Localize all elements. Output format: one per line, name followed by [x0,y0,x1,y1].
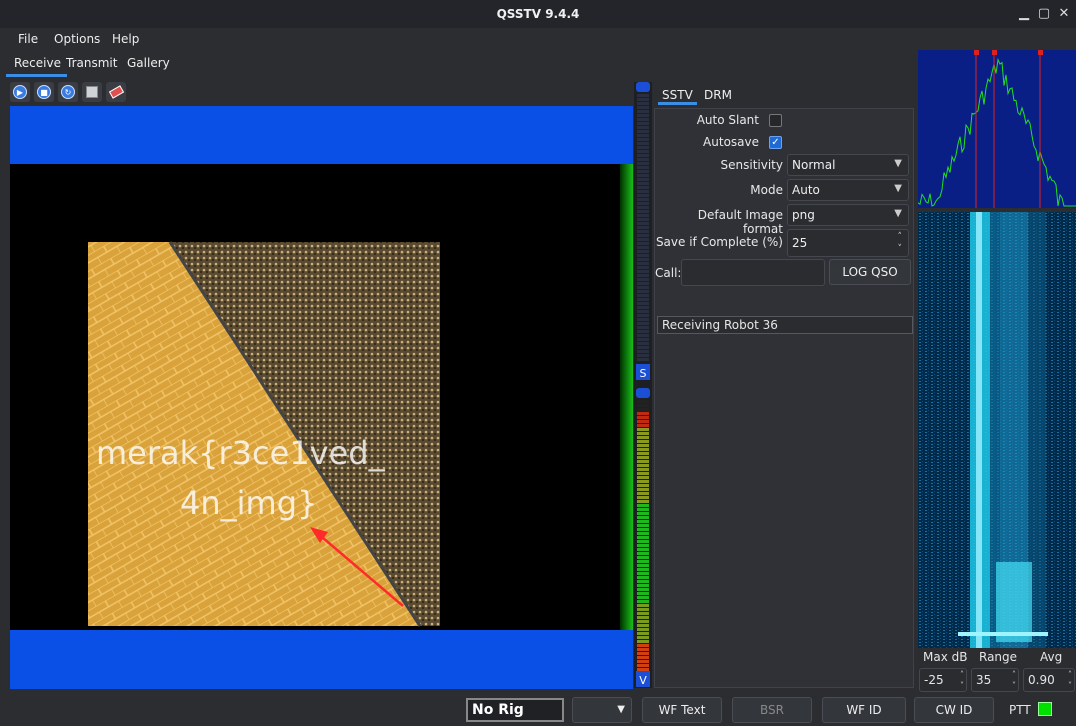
received-image: merak{r3ce1ved_ 4n_img} [10,106,633,689]
save-complete-value: 25 [792,236,808,250]
rig-select[interactable]: ▼ [572,697,632,723]
menu-options[interactable]: Options [54,32,100,46]
autosave-checkbox[interactable]: ✓ [769,136,782,149]
autosave-label: Autosave [703,135,759,149]
mode-value: Auto [792,183,820,197]
resync-button[interactable]: ↻ [58,82,78,102]
mode-label: Mode [750,183,783,197]
auto-slant-label: Auto Slant [696,113,759,127]
meter-s-label: S [640,367,647,380]
range-value: 35 [976,673,992,687]
spin-arrows-icon[interactable]: ˄ ˅ [898,231,903,255]
spin-arrows-icon[interactable]: ˄ ˅ [1012,669,1016,691]
stop-button[interactable]: ■ [34,82,54,102]
image-format-value: png [792,208,815,222]
avg-value: 0.90 [1028,673,1055,687]
refresh-icon: ↻ [61,85,75,99]
image-format-label: Default Image format [697,208,783,236]
chevron-down-icon: ▼ [617,704,625,715]
maxdb-value: -25 [924,673,944,687]
mode-select[interactable]: Auto ▼ [787,179,909,201]
window-title: QSSTV 9.4.4 [496,7,580,21]
tab-sstv[interactable]: SSTV [658,88,697,105]
spin-arrows-icon[interactable]: ˄ ˅ [1068,669,1072,691]
image-format-select[interactable]: png ▼ [787,204,909,226]
ptt-indicator [1038,702,1052,716]
meter-v-label: V [639,674,647,687]
meter-graphic: S V [636,82,650,687]
maxdb-spinbox[interactable]: -25 ˄ ˅ [919,668,967,692]
save-complete-spinbox[interactable]: 25 ˄ ˅ [787,229,909,257]
title-bar: QSSTV 9.4.4 ▁ ▢ ✕ [0,0,1076,28]
eraser-icon [108,85,124,99]
main-tabs: Receive Transmit Gallery [0,52,916,77]
close-icon[interactable]: ✕ [1056,6,1072,22]
chevron-down-icon: ▼ [894,208,902,219]
avg-label: Avg [1040,650,1063,664]
save-complete-label: Save if Complete (%) [655,235,783,249]
range-spinbox[interactable]: 35 ˄ ˅ [971,668,1019,692]
waterfall-controls: Max dB Range Avg -25 ˄ ˅ 35 ˄ ˅ 0.90 ˄ ˅ [918,650,1076,692]
sensitivity-label: Sensitivity [720,158,783,172]
tab-gallery[interactable]: Gallery [127,56,170,70]
overlay-text-1: merak{r3ce1ved_ [96,434,386,472]
stop-icon: ■ [37,85,51,99]
maximize-icon[interactable]: ▢ [1036,6,1052,22]
waterfall-graph [918,212,1076,648]
tab-receive[interactable]: Receive [6,56,67,77]
overlay-text-2: 4n_img} [180,484,317,522]
chevron-down-icon: ▼ [894,183,902,194]
sstv-settings: Auto Slant Autosave ✓ Sensitivity Normal… [654,108,914,688]
rig-status: No Rig [466,698,564,722]
erase-button[interactable] [106,82,126,102]
play-icon: ▶ [13,85,27,99]
auto-slant-checkbox[interactable] [769,114,782,127]
sstv-panel: SSTV DRM Auto Slant Autosave ✓ Sensitivi… [652,82,914,688]
chevron-down-icon: ▼ [894,158,902,169]
call-label: Call: [655,266,682,280]
maxdb-label: Max dB [923,650,968,664]
menu-file[interactable]: File [18,32,38,46]
range-label: Range [979,650,1018,664]
spectrum-display [918,50,1076,208]
minimize-icon[interactable]: ▁ [1016,6,1032,22]
log-qso-button[interactable]: LOG QSO [829,259,911,285]
sensitivity-select[interactable]: Normal ▼ [787,154,909,176]
save-icon [86,86,98,98]
sensitivity-value: Normal [792,158,836,172]
ptt-label: PTT [1009,703,1031,717]
status-line: Receiving Robot 36 [657,316,913,334]
wf-id-button[interactable]: WF ID [822,697,906,723]
bsr-button[interactable]: BSR [732,697,812,723]
image-photo: merak{r3ce1ved_ 4n_img} [88,241,440,627]
waterfall-display [918,212,1076,648]
wf-text-button[interactable]: WF Text [642,697,722,723]
menu-help[interactable]: Help [112,32,139,46]
start-button[interactable]: ▶ [10,82,30,102]
status-bar: No Rig ▼ WF Text BSR WF ID CW ID PTT [0,694,1076,726]
cw-id-button[interactable]: CW ID [914,697,994,723]
receive-toolbar: ▶ ■ ↻ [10,80,130,104]
menu-bar: File Options Help [0,28,916,50]
spectrum-graph [918,50,1076,208]
spin-arrows-icon[interactable]: ˄ ˅ [960,669,964,691]
signal-meters: S V [634,82,652,688]
save-button[interactable] [82,82,102,102]
tab-drm[interactable]: DRM [704,88,732,102]
tab-transmit[interactable]: Transmit [66,56,117,70]
avg-spinbox[interactable]: 0.90 ˄ ˅ [1023,668,1075,692]
call-input[interactable] [681,259,825,286]
